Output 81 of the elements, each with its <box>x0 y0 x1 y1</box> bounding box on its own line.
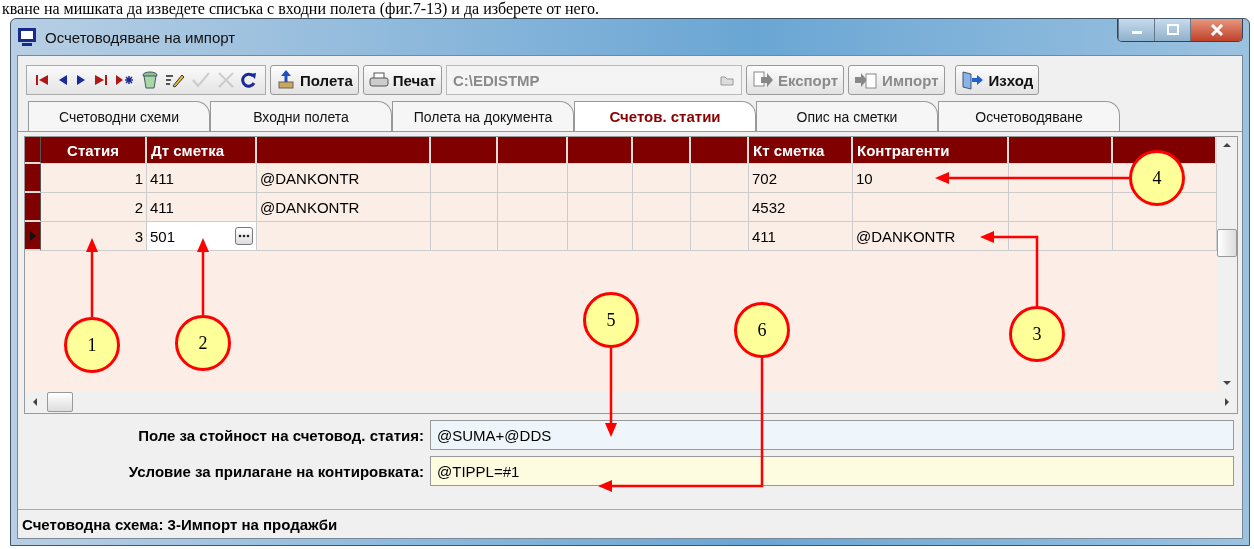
column-header[interactable] <box>633 137 691 164</box>
table-cell <box>498 164 568 193</box>
table-cell: 702 <box>749 164 853 193</box>
table-cell <box>431 193 498 222</box>
column-header[interactable] <box>498 137 568 164</box>
table-cell: 1 <box>41 164 147 193</box>
table-cell <box>498 222 568 251</box>
table-cell: 411 <box>749 222 853 251</box>
maximize-icon <box>1165 24 1180 36</box>
row-selector[interactable] <box>25 222 41 251</box>
table-cell <box>633 164 691 193</box>
tab[interactable]: Осчетоводяване <box>938 101 1120 131</box>
scroll-up-icon[interactable] <box>1222 141 1232 149</box>
table-cell <box>568 164 633 193</box>
table-cell: 10 <box>853 164 1009 193</box>
minimize-button[interactable] <box>1118 19 1154 41</box>
field-label: Поле за стойност на счетовод. статия: <box>137 426 424 444</box>
table-cell: 3 <box>41 222 147 251</box>
table-cell <box>568 222 633 251</box>
column-header <box>25 137 41 164</box>
tab[interactable]: Счетоводни схеми <box>28 101 210 131</box>
current-row-icon <box>28 229 37 242</box>
tab[interactable]: Полета на документа <box>392 101 574 131</box>
table-cell: 411 <box>147 164 257 193</box>
close-icon <box>1209 24 1224 36</box>
scroll-thumb[interactable] <box>47 392 73 412</box>
table-cell <box>498 193 568 222</box>
input-field[interactable]: @TIPPL=#1 <box>430 456 1234 486</box>
column-header[interactable] <box>257 137 431 164</box>
column-header[interactable]: Статия <box>41 137 147 164</box>
column-header[interactable]: Кт сметка <box>749 137 853 164</box>
monitor-icon <box>17 27 37 47</box>
tab[interactable]: Входни полета <box>210 101 392 131</box>
horizontal-scrollbar[interactable] <box>25 391 1237 413</box>
scroll-down-icon[interactable] <box>1222 379 1232 387</box>
tab[interactable]: Счетов. статии <box>574 101 756 131</box>
table-cell: 411 <box>147 193 257 222</box>
row-selector[interactable] <box>25 193 41 222</box>
column-header[interactable] <box>431 137 498 164</box>
table-cell <box>691 222 749 251</box>
column-header[interactable] <box>1009 137 1113 164</box>
table-cell <box>431 222 498 251</box>
close-button[interactable] <box>1190 19 1242 41</box>
export-icon <box>751 70 774 90</box>
caption-text: кване на мишката да изведете списъка с входни полета (фиг.7-13) и да изберете от него. <box>1 0 600 18</box>
scroll-thumb[interactable] <box>1217 229 1237 257</box>
ellipsis-icon <box>238 234 250 238</box>
table-cell <box>431 164 498 193</box>
table-cell: @DANKONTR <box>257 164 431 193</box>
column-header[interactable] <box>691 137 749 164</box>
upload-icon <box>276 70 296 90</box>
window-title: Осчетоводяване на импорт <box>45 28 236 46</box>
column-header[interactable] <box>568 137 633 164</box>
import-icon <box>854 70 879 90</box>
field-label: Условие за прилагане на контировката: <box>127 462 424 480</box>
table-cell: @DANKONTR <box>853 222 1009 251</box>
ellipsis-button[interactable] <box>235 227 253 245</box>
exit-door-icon <box>960 70 985 90</box>
table-cell <box>691 193 749 222</box>
printer-icon <box>368 71 389 89</box>
status-text: Счетоводна схема: 3-Импорт на продажби <box>22 515 338 533</box>
cell-editor[interactable]: 501 <box>147 222 257 251</box>
input-field[interactable]: @SUMA+@DDS <box>430 420 1234 450</box>
table-cell: 2 <box>41 193 147 222</box>
table-cell: @DANKONTR <box>257 193 431 222</box>
row-selector[interactable] <box>25 164 41 193</box>
table-cell <box>568 193 633 222</box>
table-cell <box>633 222 691 251</box>
fields-button[interactable]: Полета <box>270 65 359 95</box>
scroll-left-icon[interactable] <box>31 397 39 407</box>
exit-button[interactable]: Изход <box>954 65 1040 95</box>
scroll-right-icon[interactable] <box>1223 397 1231 407</box>
table-cell <box>691 164 749 193</box>
column-header[interactable]: Контрагенти <box>853 137 1009 164</box>
maximize-button[interactable] <box>1154 19 1190 41</box>
print-button[interactable]: Печат <box>362 65 442 95</box>
column-header[interactable]: Дт сметка <box>147 137 257 164</box>
table-cell: 4532 <box>749 193 853 222</box>
vertical-scrollbar[interactable] <box>1217 137 1237 391</box>
tab[interactable]: Опис на сметки <box>756 101 938 131</box>
table-cell <box>633 193 691 222</box>
